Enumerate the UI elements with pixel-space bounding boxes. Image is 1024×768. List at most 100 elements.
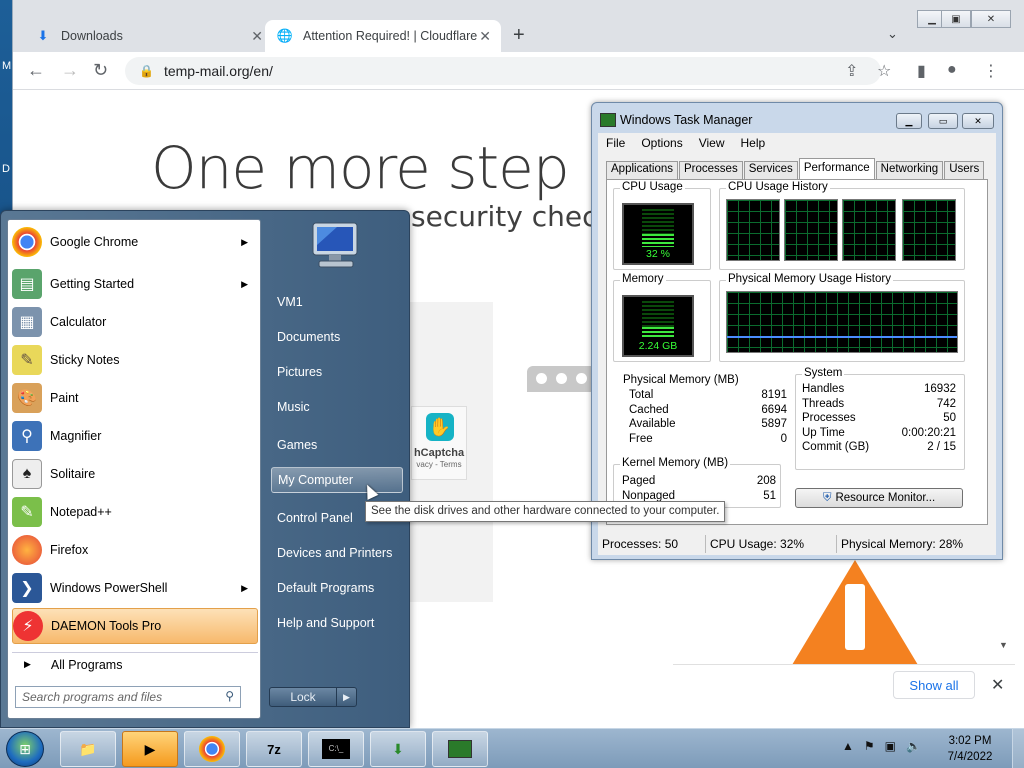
start-search-input[interactable]: Search programs and files ⚲ <box>15 686 241 708</box>
hcaptcha-widget[interactable]: ✋ hCaptcha vacy - Terms <box>411 406 467 480</box>
chrome-icon <box>12 227 42 257</box>
tab-label: Downloads <box>61 29 123 43</box>
globe-icon: 🌐 <box>276 28 294 43</box>
tm-performance-panel: CPU Usage 32 % CPU Usage History Memory <box>606 179 988 525</box>
hcaptcha-links[interactable]: vacy - Terms <box>416 460 461 469</box>
volume-icon[interactable]: 🔈 <box>906 739 921 753</box>
tm-minimize-button[interactable]: ▁ <box>896 113 922 129</box>
program-sticky-notes[interactable]: ✎ Sticky Notes <box>12 342 258 378</box>
clock[interactable]: 3:02 PM 7/4/2022 <box>940 733 1000 765</box>
address-bar[interactable]: 🔒 temp-mail.org/en/ <box>125 57 881 85</box>
sys-row: Processes 50 <box>802 412 956 424</box>
cmd-icon[interactable]: C:\_ <box>308 731 364 767</box>
start-item-vm1[interactable]: VM1 <box>271 289 403 315</box>
tm-tab-applications[interactable]: Applications <box>606 161 679 179</box>
tm-status-bar: Processes: 50 CPU Usage: 32% Physical Me… <box>598 533 996 555</box>
bookmark-star-icon[interactable]: ☆ <box>877 61 891 81</box>
start-item-default-programs[interactable]: Default Programs <box>271 575 403 601</box>
show-desktop-button[interactable] <box>1012 729 1024 768</box>
url-text: temp-mail.org/en/ <box>163 63 273 79</box>
close-tab-icon[interactable]: ✕ <box>251 28 263 45</box>
lock-icon[interactable]: 🔒 <box>139 64 154 78</box>
scroll-down-arrow-icon[interactable]: ▼ <box>999 640 1008 650</box>
forward-icon[interactable]: → <box>61 60 79 81</box>
profile-icon[interactable]: ● <box>947 61 957 79</box>
submenu-arrow-icon: ▶ <box>241 278 248 289</box>
start-places-pane: VM1 Documents Pictures Music Games My Co… <box>267 211 411 729</box>
tm-menu-help[interactable]: Help <box>741 136 766 150</box>
tm-menu-options[interactable]: Options <box>641 136 682 150</box>
restore-button[interactable]: ▣ <box>941 10 971 28</box>
tm-maximize-button[interactable]: ▭ <box>928 113 958 129</box>
reload-icon[interactable]: ↻ <box>93 60 108 81</box>
tm-tab-services[interactable]: Services <box>743 161 798 179</box>
start-item-my-computer[interactable]: My Computer <box>271 467 403 493</box>
menu-kebab-icon[interactable]: ⋮ <box>983 61 999 81</box>
explorer-icon[interactable]: 📁 <box>60 731 116 767</box>
tab-downloads[interactable]: ⬇ Downloads ✕ <box>23 20 273 52</box>
tm-menu-bar: File Options View Help <box>598 133 996 153</box>
warning-exclamation <box>845 584 865 650</box>
side-panel-icon[interactable]: ▮ <box>917 61 926 81</box>
tm-close-button[interactable]: ✕ <box>962 113 994 129</box>
network-icon[interactable]: ▣ <box>885 739 896 753</box>
program-google-chrome[interactable]: Google Chrome ▶ <box>12 224 258 260</box>
media-player-icon[interactable]: ▶ <box>122 731 178 767</box>
program-magnifier[interactable]: ⚲ Magnifier <box>12 418 258 454</box>
status-memory: Physical Memory: 28% <box>841 537 964 551</box>
program-getting-started[interactable]: ▤ Getting Started ▶ <box>12 266 258 302</box>
show-all-button[interactable]: Show all <box>893 671 975 699</box>
chrome-icon[interactable] <box>184 731 240 767</box>
back-icon[interactable]: ← <box>27 60 45 81</box>
cpu-history-title: CPU Usage History <box>726 181 830 193</box>
start-orb-button[interactable]: ⊞ <box>6 731 44 767</box>
close-download-bar-icon[interactable]: ✕ <box>991 675 1004 695</box>
program-firefox[interactable]: Firefox <box>12 532 258 568</box>
start-item-music[interactable]: Music <box>271 394 403 420</box>
tm-tab-networking[interactable]: Networking <box>875 161 944 179</box>
start-item-devices-printers[interactable]: Devices and Printers <box>271 540 403 566</box>
shutdown-options-arrow-icon[interactable]: ▶ <box>336 688 356 706</box>
cpu-history-graph <box>902 199 956 261</box>
tm-menu-view[interactable]: View <box>699 136 725 150</box>
tm-menu-file[interactable]: File <box>606 136 625 150</box>
system-group: System Handles 16932 Threads 742 Processes… <box>795 367 965 470</box>
tray-expand-icon[interactable]: ▲ <box>842 739 854 753</box>
memory-history-title: Physical Memory Usage History <box>726 273 893 285</box>
program-notepadpp[interactable]: ✎ Notepad++ <box>12 494 258 530</box>
installer-icon[interactable]: ⬇ <box>370 731 426 767</box>
program-powershell[interactable]: ❯ Windows PowerShell ▶ <box>12 570 258 606</box>
tab-cloudflare[interactable]: 🌐 Attention Required! | Cloudflare ✕ <box>265 20 501 52</box>
all-programs-arrow-icon: ▶ <box>24 659 31 669</box>
tm-tab-performance[interactable]: Performance <box>798 158 875 179</box>
start-item-documents[interactable]: Documents <box>271 324 403 350</box>
tm-tab-processes[interactable]: Processes <box>679 161 743 179</box>
close-button[interactable]: ✕ <box>971 10 1011 28</box>
kernel-memory-title: Kernel Memory (MB) <box>620 457 731 469</box>
start-item-pictures[interactable]: Pictures <box>271 359 403 385</box>
all-programs-button[interactable]: ▶ All Programs <box>12 652 258 676</box>
program-solitaire[interactable]: ♠ Solitaire <box>12 456 258 492</box>
desktop-icon-label: D <box>2 163 10 175</box>
task-manager-icon[interactable] <box>432 731 488 767</box>
tab-search-chevron-icon[interactable]: ⌄ <box>887 26 898 42</box>
new-tab-button[interactable]: + <box>513 24 525 47</box>
start-item-games[interactable]: Games <box>271 432 403 458</box>
memory-history-graph <box>726 291 958 353</box>
resource-monitor-button[interactable]: ⛨ Resource Monitor... <box>795 488 963 508</box>
start-item-help-support[interactable]: Help and Support <box>271 610 403 636</box>
notepadpp-icon: ✎ <box>12 497 42 527</box>
program-calculator[interactable]: ▦ Calculator <box>12 304 258 340</box>
share-icon[interactable]: ⇪ <box>845 61 858 81</box>
lock-button[interactable]: Lock ▶ <box>269 687 357 707</box>
search-icon[interactable]: ⚲ <box>225 689 234 703</box>
sys-row: Up Time 0:00:20:21 <box>802 427 956 439</box>
program-daemon-tools[interactable]: ⚡ DAEMON Tools Pro <box>12 608 258 644</box>
action-center-icon[interactable]: ⚑ <box>864 739 875 753</box>
7zip-icon[interactable]: 7z <box>246 731 302 767</box>
tm-tab-users[interactable]: Users <box>944 161 985 179</box>
tab-strip: ⬇ Downloads ✕ 🌐 Attention Required! | Cl… <box>13 0 1024 52</box>
program-paint[interactable]: 🎨 Paint <box>12 380 258 416</box>
close-tab-icon[interactable]: ✕ <box>479 28 491 45</box>
cpu-usage-title: CPU Usage <box>620 181 685 193</box>
